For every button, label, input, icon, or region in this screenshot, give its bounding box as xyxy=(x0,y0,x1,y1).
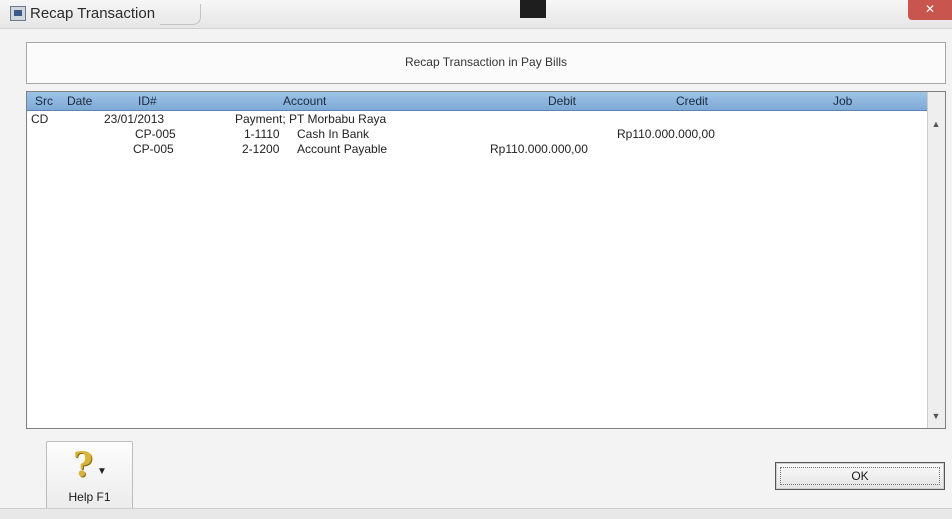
close-icon: ✕ xyxy=(924,2,936,16)
row-credit: Rp110.000.000,00 xyxy=(617,127,715,141)
help-button[interactable]: ? ▼ Help F1 xyxy=(46,441,133,511)
col-src[interactable]: Src xyxy=(35,94,53,108)
row-date: 23/01/2013 xyxy=(104,112,165,126)
window-bottom-edge xyxy=(0,508,952,519)
row-src: CD xyxy=(31,112,49,126)
recap-table[interactable]: Src Date ID# Account Debit Credit Job CD… xyxy=(26,91,946,429)
vertical-scrollbar[interactable]: ▲ ▼ xyxy=(927,92,945,428)
row-account: Account Payable xyxy=(297,142,388,156)
col-job[interactable]: Job xyxy=(833,94,852,108)
header-panel: Recap Transaction in Pay Bills xyxy=(26,42,946,84)
scroll-up-icon[interactable]: ▲ xyxy=(930,118,942,130)
dropdown-caret-icon: ▼ xyxy=(97,466,107,477)
col-credit[interactable]: Credit xyxy=(676,94,708,108)
row-account: Payment; PT Morbabu Raya xyxy=(235,112,387,126)
col-account[interactable]: Account xyxy=(283,94,326,108)
col-date[interactable]: Date xyxy=(67,94,92,108)
close-button[interactable]: ✕ xyxy=(908,0,952,20)
focus-ring xyxy=(780,467,940,485)
row-debit: Rp110.000.000,00 xyxy=(490,142,588,156)
ok-button[interactable]: OK xyxy=(775,462,945,490)
col-debit[interactable]: Debit xyxy=(548,94,576,108)
window-icon[interactable] xyxy=(10,6,26,21)
table-header: Src Date ID# Account Debit Credit Job xyxy=(27,92,927,111)
row-id: CP-005 xyxy=(135,127,176,141)
titlebar-dark-region xyxy=(520,0,546,18)
row-id: CP-005 xyxy=(133,142,174,156)
help-button-label: Help F1 xyxy=(68,490,111,504)
row-account: Cash In Bank xyxy=(297,127,370,141)
row-acct-no: 2-1200 xyxy=(242,142,280,156)
col-id[interactable]: ID# xyxy=(138,94,157,108)
title-bar: Recap Transaction ✕ xyxy=(0,0,952,29)
row-acct-no: 1-1110 xyxy=(244,127,280,141)
scroll-down-icon[interactable]: ▼ xyxy=(930,410,942,422)
header-caption: Recap Transaction in Pay Bills xyxy=(404,55,568,69)
window-title: Recap Transaction xyxy=(30,5,156,22)
question-mark-icon: ? xyxy=(73,445,93,485)
title-tab-edge xyxy=(160,4,201,25)
